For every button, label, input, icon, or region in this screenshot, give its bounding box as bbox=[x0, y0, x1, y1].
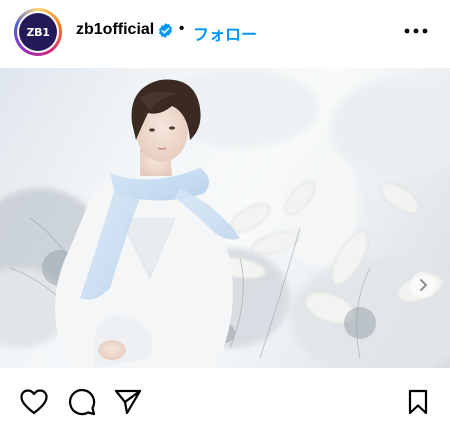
like-button[interactable] bbox=[18, 386, 50, 418]
avatar[interactable]: ZB1 bbox=[14, 8, 62, 56]
verified-badge-icon bbox=[159, 23, 172, 38]
comment-button[interactable] bbox=[66, 386, 98, 418]
avatar-frame: ZB1 bbox=[17, 11, 59, 53]
avatar-image: ZB1 bbox=[19, 13, 57, 51]
avatar-logo-text: ZB1 bbox=[26, 25, 50, 39]
comment-icon bbox=[68, 388, 96, 416]
separator-dot: • bbox=[179, 20, 185, 37]
post-image[interactable] bbox=[0, 68, 450, 368]
chevron-right-icon bbox=[420, 279, 427, 291]
paper-plane-icon bbox=[114, 389, 142, 415]
carousel-next-button[interactable] bbox=[410, 272, 436, 298]
save-button[interactable] bbox=[402, 386, 434, 418]
post-actions-bar bbox=[0, 378, 450, 428]
post-photo-art bbox=[0, 68, 450, 368]
username-link[interactable]: zb1official bbox=[76, 21, 154, 39]
share-button[interactable] bbox=[112, 386, 144, 418]
more-options-icon bbox=[404, 28, 428, 34]
heart-icon bbox=[20, 389, 48, 415]
follow-button[interactable]: フォロー bbox=[193, 21, 257, 45]
more-options-button[interactable] bbox=[402, 20, 430, 42]
bookmark-icon bbox=[408, 389, 428, 415]
post-header: ZB1 zb1official • フォロー bbox=[0, 0, 450, 62]
